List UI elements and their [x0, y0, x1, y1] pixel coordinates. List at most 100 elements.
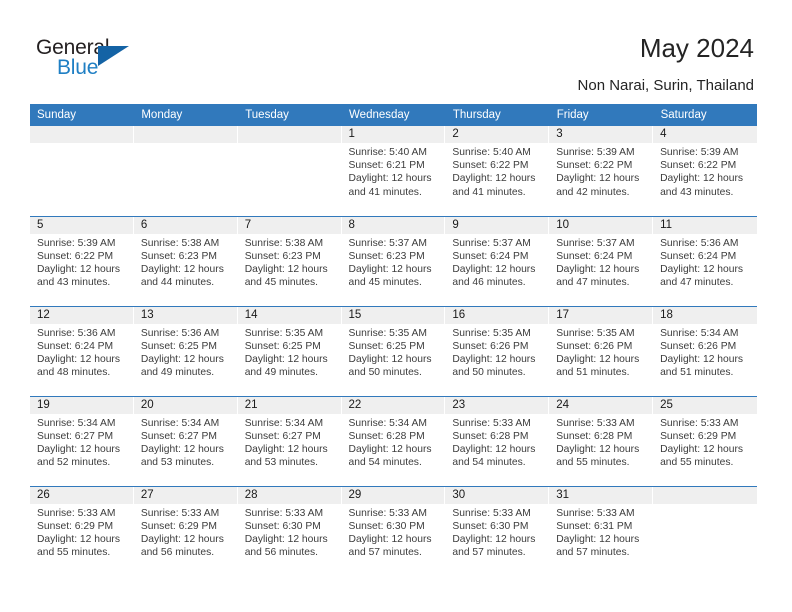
calendar-day-cell[interactable]: 10 Sunrise: 5:37 AM Sunset: 6:24 PM Dayligh…: [549, 215, 654, 306]
day-detail-block: Sunrise: 5:33 AM Sunset: 6:31 PM Daylight:…: [549, 504, 653, 560]
calendar-day-cell[interactable]: 7 Sunrise: 5:38 AM Sunset: 6:23 PM Daylight…: [237, 215, 342, 306]
calendar-day-cell[interactable]: 1 Sunrise: 5:40 AM Sunset: 6:21 PM Daylight…: [341, 126, 446, 216]
day-detail-block: Sunrise: 5:33 AM Sunset: 6:29 PM Daylight:…: [30, 504, 134, 560]
day-daylight-line2-text: and 56 minutes.: [140, 547, 215, 559]
day-detail-block: Sunrise: 5:39 AM Sunset: 6:22 PM Daylight:…: [653, 143, 757, 199]
calendar-day-cell-inner: 10 Sunrise: 5:37 AM Sunset: 6:24 PM Dayligh…: [549, 216, 654, 306]
page-subtitle-location: Non Narai, Surin, Thailand: [577, 77, 754, 94]
calendar-day-cell[interactable]: 29 Sunrise: 5:33 AM Sunset: 6:30 PM Dayligh…: [341, 485, 446, 576]
calendar-day-cell[interactable]: 9 Sunrise: 5:37 AM Sunset: 6:24 PM Daylight…: [445, 215, 550, 306]
day-daylight-line2-text: and 55 minutes.: [37, 547, 111, 559]
day-number: 8: [341, 216, 446, 234]
day-sunrise-text: Sunrise: 5:38 AM: [140, 237, 220, 249]
calendar-day-cell[interactable]: 6 Sunrise: 5:38 AM Sunset: 6:23 PM Daylight…: [133, 215, 238, 306]
calendar-day-cell-inner: 25 Sunrise: 5:33 AM Sunset: 6:29 PM Dayligh…: [653, 396, 757, 486]
calendar-day-cell[interactable]: 27 Sunrise: 5:33 AM Sunset: 6:29 PM Dayligh…: [133, 485, 238, 577]
day-sunrise-text: Sunrise: 5:33 AM: [556, 417, 635, 429]
day-sunset-text: Sunset: 6:22 PM: [660, 160, 737, 172]
calendar-day-cell-inner: 21 Sunrise: 5:34 AM Sunset: 6:27 PM Dayligh…: [237, 396, 342, 486]
calendar-day-cell[interactable]: 21 Sunrise: 5:34 AM Sunset: 6:27 PM Dayligh…: [237, 395, 342, 486]
day-daylight-line1-text: Daylight: 12 hours: [140, 533, 224, 545]
calendar-day-cell[interactable]: 20 Sunrise: 5:34 AM Sunset: 6:27 PM Dayligh…: [133, 395, 238, 486]
calendar-day-cell[interactable]: 3 Sunrise: 5:39 AM Sunset: 6:22 PM Daylight…: [549, 126, 654, 216]
calendar-day-cell-inner: 19 Sunrise: 5:34 AM Sunset: 6:27 PM Dayligh…: [30, 396, 134, 486]
day-daylight-line2-text: and 47 minutes.: [660, 277, 734, 289]
calendar-day-cell-inner: 27 Sunrise: 5:33 AM Sunset: 6:29 PM Dayligh…: [133, 486, 238, 577]
calendar-day-cell[interactable]: 18 Sunrise: 5:34 AM Sunset: 6:26 PM Dayligh…: [653, 305, 757, 396]
day-daylight-line1-text: Daylight: 12 hours: [660, 173, 744, 185]
calendar-day-cell[interactable]: 30 Sunrise: 5:33 AM Sunset: 6:30 PM Dayligh…: [445, 485, 550, 577]
brand-logo[interactable]: General Blue: [36, 36, 146, 82]
day-sunrise-text: Sunrise: 5:39 AM: [556, 147, 635, 158]
day-detail-block: Sunrise: 5:39 AM Sunset: 6:22 PM Daylight:…: [30, 234, 134, 290]
sunrise-sunset-calendar-table: Sunday Monday Tuesday Wednesday Thursday…: [30, 104, 758, 577]
calendar-week-row: 26 Sunrise: 5:33 AM Sunset: 6:29 PM Dayligh…: [30, 485, 757, 577]
calendar-day-cell[interactable]: 26 Sunrise: 5:33 AM Sunset: 6:29 PM Dayligh…: [30, 485, 134, 576]
calendar-day-cell[interactable]: 17 Sunrise: 5:35 AM Sunset: 6:26 PM Dayligh…: [549, 305, 654, 396]
day-detail-block: Sunrise: 5:36 AM Sunset: 6:24 PM Daylight:…: [653, 234, 757, 290]
day-sunset-text: Sunset: 6:24 PM: [452, 250, 529, 262]
calendar-day-cell[interactable]: 15 Sunrise: 5:35 AM Sunset: 6:25 PM Dayligh…: [341, 305, 446, 396]
weekday-header-sunday: Sunday: [30, 104, 135, 126]
day-daylight-line2-text: and 51 minutes.: [556, 367, 630, 379]
calendar-week-row: 1 Sunrise: 5:40 AM Sunset: 6:21 PM Daylight…: [30, 126, 757, 216]
calendar-day-cell-inner: 30 Sunrise: 5:33 AM Sunset: 6:30 PM Dayligh…: [445, 486, 550, 577]
calendar-day-cell-empty: [30, 126, 134, 216]
day-sunset-text: Sunset: 6:25 PM: [244, 340, 321, 352]
day-sunset-text: Sunset: 6:24 PM: [660, 250, 737, 262]
calendar-day-cell[interactable]: 23 Sunrise: 5:33 AM Sunset: 6:28 PM Dayligh…: [445, 395, 550, 486]
calendar-day-cell[interactable]: 24 Sunrise: 5:33 AM Sunset: 6:28 PM Dayligh…: [549, 395, 654, 486]
day-detail-block: Sunrise: 5:36 AM Sunset: 6:25 PM Daylight:…: [134, 324, 238, 380]
day-sunset-text: Sunset: 6:31 PM: [556, 520, 633, 532]
day-daylight-line2-text: and 57 minutes.: [556, 547, 630, 559]
calendar-week-row: 5 Sunrise: 5:39 AM Sunset: 6:22 PM Daylight…: [30, 215, 757, 306]
day-sunset-text: Sunset: 6:30 PM: [452, 520, 529, 532]
calendar-day-cell[interactable]: 8 Sunrise: 5:37 AM Sunset: 6:23 PM Daylight…: [341, 215, 446, 306]
day-detail-block: Sunrise: 5:33 AM Sunset: 6:30 PM Daylight:…: [238, 504, 342, 560]
day-daylight-line1-text: Daylight: 12 hours: [660, 353, 744, 365]
day-detail-block: Sunrise: 5:33 AM Sunset: 6:30 PM Daylight:…: [342, 504, 446, 560]
day-daylight-line1-text: Daylight: 12 hours: [556, 173, 640, 185]
calendar-day-cell[interactable]: 13 Sunrise: 5:36 AM Sunset: 6:25 PM Dayligh…: [133, 305, 238, 396]
calendar-day-cell-inner: 2 Sunrise: 5:40 AM Sunset: 6:22 PM Daylight…: [445, 126, 550, 216]
calendar-week-row: 12 Sunrise: 5:36 AM Sunset: 6:24 PM Dayligh…: [30, 305, 757, 396]
day-detail-block: Sunrise: 5:35 AM Sunset: 6:26 PM Daylight:…: [549, 324, 653, 380]
calendar-day-cell[interactable]: 11 Sunrise: 5:36 AM Sunset: 6:24 PM Dayligh…: [653, 215, 757, 306]
day-daylight-line2-text: and 41 minutes.: [348, 186, 422, 198]
calendar-day-cell[interactable]: 22 Sunrise: 5:34 AM Sunset: 6:28 PM Dayligh…: [341, 395, 446, 486]
day-sunset-text: Sunset: 6:28 PM: [348, 430, 425, 442]
calendar-day-cell[interactable]: 4 Sunrise: 5:39 AM Sunset: 6:22 PM Daylight…: [653, 126, 757, 216]
calendar-day-cell[interactable]: 5 Sunrise: 5:39 AM Sunset: 6:22 PM Daylight…: [30, 215, 134, 306]
calendar-day-cell[interactable]: 28 Sunrise: 5:33 AM Sunset: 6:30 PM Dayligh…: [237, 485, 342, 576]
day-daylight-line2-text: and 57 minutes.: [348, 547, 422, 559]
calendar-day-cell[interactable]: 25 Sunrise: 5:33 AM Sunset: 6:29 PM Dayligh…: [653, 395, 757, 486]
page-header: General Blue May 2024 Non Narai, Surin, …: [0, 0, 792, 104]
calendar-day-cell-inner: 1 Sunrise: 5:40 AM Sunset: 6:21 PM Daylight…: [341, 126, 446, 216]
day-sunrise-text: Sunrise: 5:33 AM: [140, 507, 220, 519]
calendar-day-cell[interactable]: 31 Sunrise: 5:33 AM Sunset: 6:31 PM Dayligh…: [549, 485, 654, 577]
calendar-day-cell[interactable]: 16 Sunrise: 5:35 AM Sunset: 6:26 PM Dayligh…: [445, 305, 550, 396]
calendar-day-cell[interactable]: 19 Sunrise: 5:34 AM Sunset: 6:27 PM Dayligh…: [30, 395, 134, 486]
day-number: [30, 126, 134, 143]
day-daylight-line1-text: Daylight: 12 hours: [37, 443, 120, 455]
day-sunrise-text: Sunrise: 5:33 AM: [37, 507, 116, 519]
day-daylight-line1-text: Daylight: 12 hours: [452, 173, 536, 185]
calendar-day-cell[interactable]: 2 Sunrise: 5:40 AM Sunset: 6:22 PM Daylight…: [445, 126, 550, 216]
day-number: 1: [341, 126, 446, 143]
calendar-day-cell[interactable]: 14 Sunrise: 5:35 AM Sunset: 6:25 PM Dayligh…: [237, 305, 342, 396]
day-daylight-line2-text: and 55 minutes.: [660, 457, 734, 469]
calendar-day-cell-inner: 12 Sunrise: 5:36 AM Sunset: 6:24 PM Dayligh…: [30, 306, 134, 396]
day-number: 11: [653, 216, 757, 234]
day-sunrise-text: Sunrise: 5:33 AM: [660, 417, 739, 429]
calendar-day-cell-inner: 24 Sunrise: 5:33 AM Sunset: 6:28 PM Dayligh…: [549, 396, 654, 486]
calendar-day-cell-inner: 31 Sunrise: 5:33 AM Sunset: 6:31 PM Dayligh…: [549, 486, 654, 577]
day-detail-block: Sunrise: 5:39 AM Sunset: 6:22 PM Daylight:…: [549, 143, 653, 199]
weekday-header-wednesday: Wednesday: [341, 104, 446, 126]
day-sunset-text: Sunset: 6:22 PM: [37, 250, 114, 262]
day-daylight-line2-text: and 43 minutes.: [37, 277, 111, 289]
day-detail-block: Sunrise: 5:36 AM Sunset: 6:24 PM Daylight:…: [30, 324, 134, 380]
calendar-day-cell-inner: 23 Sunrise: 5:33 AM Sunset: 6:28 PM Dayligh…: [445, 396, 550, 486]
calendar-day-cell[interactable]: 12 Sunrise: 5:36 AM Sunset: 6:24 PM Dayligh…: [30, 305, 134, 396]
day-number: 30: [445, 486, 550, 504]
day-sunrise-text: Sunrise: 5:35 AM: [452, 327, 531, 339]
